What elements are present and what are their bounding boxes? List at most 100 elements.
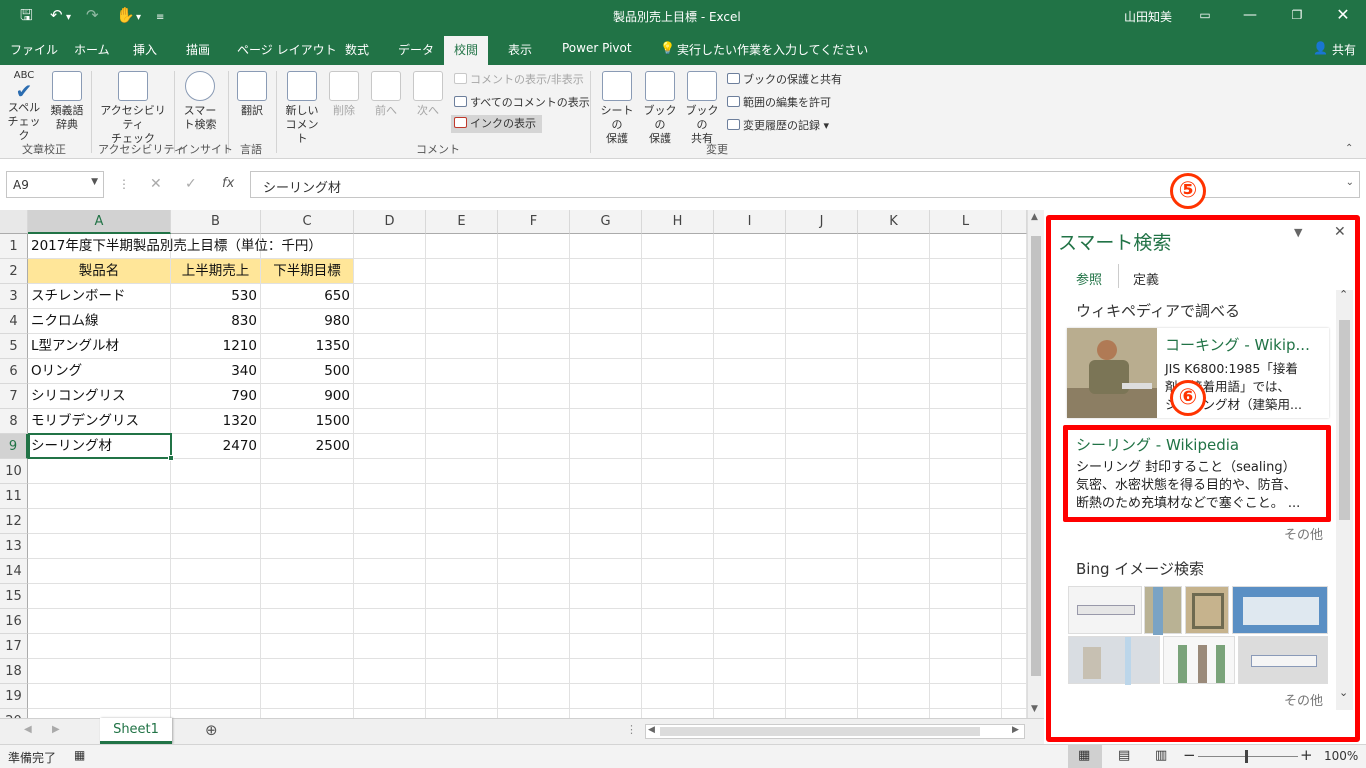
cell[interactable] [642,234,714,259]
cell[interactable] [354,659,426,684]
cell[interactable] [642,259,714,284]
page-layout-view-icon[interactable]: ▤ [1118,748,1130,763]
scroll-left-icon[interactable]: ◀ [648,725,655,735]
row-header[interactable]: 10 [0,459,28,484]
cell[interactable] [930,409,1002,434]
cell[interactable]: 1500 [261,409,354,434]
show-ink-button[interactable]: インクの表示 [451,115,542,133]
cell[interactable]: モリブデングリス [28,409,171,434]
cell[interactable] [930,584,1002,609]
cell[interactable] [426,709,498,718]
cell[interactable] [261,509,354,534]
cell[interactable] [858,259,930,284]
cell[interactable] [930,609,1002,634]
cell[interactable] [261,709,354,718]
macro-record-icon[interactable]: ▦ [74,748,85,762]
zoom-slider-thumb[interactable] [1245,750,1248,763]
cell[interactable] [171,509,261,534]
cell[interactable] [642,684,714,709]
column-header[interactable]: F [498,210,570,234]
scroll-up-icon[interactable]: ▲ [1031,212,1038,222]
sheet-next-icon[interactable]: ▶ [52,724,60,735]
cell[interactable] [1002,409,1027,434]
cell[interactable] [354,509,426,534]
cell[interactable] [354,709,426,718]
cell[interactable] [426,384,498,409]
cell-title[interactable]: 2017年度下半期製品別売上目標（単位：千円） [28,234,322,259]
sheet-prev-icon[interactable]: ◀ [24,724,32,735]
cell[interactable] [570,584,642,609]
cell[interactable] [498,309,570,334]
cell[interactable] [28,684,171,709]
zoom-slider[interactable] [1198,756,1298,757]
cell[interactable]: 900 [261,384,354,409]
cell[interactable]: 500 [261,359,354,384]
cell[interactable] [261,609,354,634]
scroll-down-icon[interactable]: ▼ [1031,704,1038,714]
cell[interactable]: 2470 [171,434,261,459]
cell[interactable] [786,534,858,559]
cell[interactable] [171,459,261,484]
cell[interactable] [642,459,714,484]
add-sheet-icon[interactable]: ⊕ [205,721,218,739]
cell[interactable] [171,534,261,559]
cell[interactable] [714,334,786,359]
tab-data[interactable]: データ [398,41,434,58]
cell[interactable] [858,459,930,484]
cell[interactable] [714,234,786,259]
cell[interactable] [570,259,642,284]
cell[interactable] [1002,609,1027,634]
translate-button[interactable]: 翻訳 [234,71,270,118]
cell[interactable]: L型アングル材 [28,334,171,359]
tell-me-icon[interactable]: 💡 [660,41,675,55]
cell[interactable] [786,284,858,309]
cell[interactable] [1002,534,1027,559]
name-box-dropdown-icon[interactable]: ▼ [91,177,98,187]
cell[interactable] [354,284,426,309]
cell[interactable] [498,459,570,484]
cell[interactable] [642,434,714,459]
restore-icon[interactable]: ❐ [1287,7,1307,23]
cell[interactable] [714,659,786,684]
spell-check-button[interactable]: ABC ✔ スペル チェック [6,71,42,143]
cell[interactable] [930,684,1002,709]
cell[interactable]: 830 [171,309,261,334]
touch-dropdown-icon[interactable]: ▾ [136,9,141,27]
cell[interactable] [570,509,642,534]
cell[interactable] [714,634,786,659]
cell[interactable] [261,534,354,559]
cell[interactable] [28,459,171,484]
cell[interactable] [1002,309,1027,334]
column-header[interactable]: H [642,210,714,234]
share-icon[interactable]: 👤 [1313,41,1328,55]
cell[interactable] [426,559,498,584]
cell[interactable] [171,584,261,609]
cell[interactable] [261,459,354,484]
cell[interactable] [714,459,786,484]
cell[interactable] [498,359,570,384]
cell[interactable] [786,609,858,634]
cell[interactable] [786,459,858,484]
row-header[interactable]: 9 [0,434,28,459]
tab-power-pivot[interactable]: Power Pivot [562,41,632,55]
cell[interactable]: シリコングリス [28,384,171,409]
cell[interactable] [28,609,171,634]
row-header[interactable]: 13 [0,534,28,559]
cell[interactable] [642,309,714,334]
column-header[interactable]: C [261,210,354,234]
cell[interactable] [858,609,930,634]
cell[interactable] [858,634,930,659]
cell[interactable] [28,484,171,509]
cell[interactable] [354,634,426,659]
cell[interactable] [930,559,1002,584]
row-header[interactable]: 16 [0,609,28,634]
user-name[interactable]: 山田知美 [1124,8,1172,25]
tab-page-layout[interactable]: ページ レイアウト [237,41,337,58]
cell[interactable] [858,584,930,609]
cell[interactable] [714,509,786,534]
cell[interactable] [171,559,261,584]
cell[interactable] [714,384,786,409]
cell[interactable] [642,509,714,534]
cell[interactable] [642,484,714,509]
fill-handle[interactable] [168,455,174,461]
